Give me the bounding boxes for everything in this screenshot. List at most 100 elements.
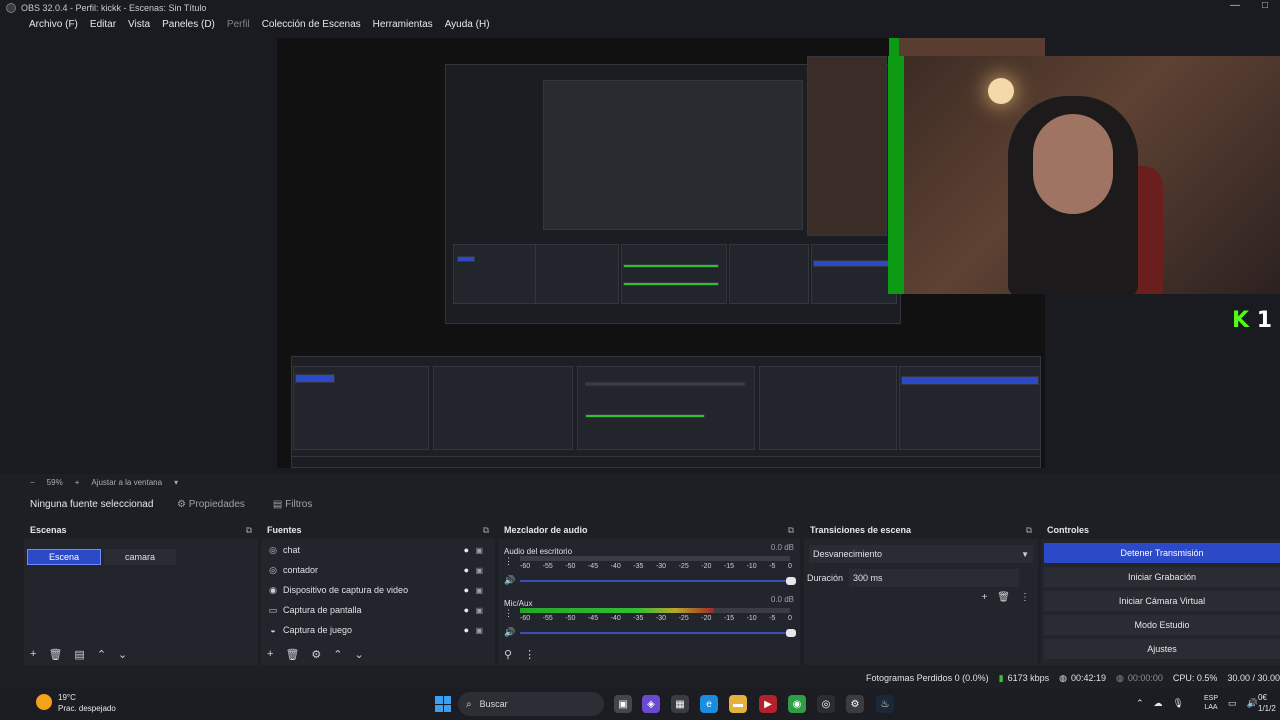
lock-icon[interactable]: ▣ bbox=[475, 586, 483, 595]
trash-icon[interactable]: 🗑 bbox=[285, 648, 299, 661]
speaker-icon[interactable]: 🔊 bbox=[504, 627, 515, 638]
eye-icon[interactable]: ● bbox=[464, 625, 469, 635]
transitions-dock: Transiciones de escena ⧉ Desvanecimiento… bbox=[804, 521, 1038, 665]
controls-dock-header: Controles bbox=[1041, 521, 1280, 539]
menu-paneles[interactable]: Paneles (D) bbox=[162, 19, 215, 30]
chevron-down-icon[interactable]: ⌄ bbox=[355, 648, 364, 661]
undock-icon[interactable]: ⧉ bbox=[1026, 525, 1032, 536]
add-icon[interactable]: + bbox=[267, 648, 273, 660]
store-icon[interactable]: ▦ bbox=[671, 695, 689, 713]
taskbar-search[interactable]: ⌕ Buscar bbox=[458, 692, 604, 716]
fader-knob[interactable] bbox=[786, 629, 796, 637]
menu-herramientas[interactable]: Herramientas bbox=[373, 19, 433, 30]
volume-fader[interactable] bbox=[520, 577, 796, 585]
trash-icon[interactable]: 🗑 bbox=[48, 648, 62, 661]
eye-icon[interactable]: ● bbox=[464, 585, 469, 595]
chevron-down-icon[interactable]: ▾ bbox=[174, 478, 178, 487]
menu-perfil[interactable]: Perfil bbox=[227, 19, 250, 30]
zoom-fit-select[interactable]: Ajustar a la ventana bbox=[91, 478, 162, 487]
chevron-up-icon[interactable]: ⌃ bbox=[97, 648, 106, 661]
menu-archivo[interactable]: Archivo (F) bbox=[29, 19, 78, 30]
network-icon[interactable]: ▭ bbox=[1228, 698, 1237, 709]
add-icon[interactable]: + bbox=[30, 648, 36, 660]
link-icon[interactable]: ⚲ bbox=[504, 648, 512, 661]
properties-button[interactable]: ⚙ Propiedades bbox=[170, 494, 252, 515]
file-explorer-icon[interactable]: ▬ bbox=[729, 695, 747, 713]
red-app-icon[interactable]: ▶ bbox=[759, 695, 777, 713]
chrome-icon[interactable]: ◉ bbox=[788, 695, 806, 713]
menu-ayuda[interactable]: Ayuda (H) bbox=[445, 19, 490, 30]
fader-knob[interactable] bbox=[786, 577, 796, 585]
zoom-in-button[interactable]: + bbox=[75, 478, 80, 487]
lock-icon[interactable]: ▣ bbox=[475, 566, 483, 575]
volume-icon[interactable]: 🔊 bbox=[1247, 698, 1258, 709]
settings-gear-icon[interactable]: ⚙ bbox=[846, 695, 864, 713]
edge-icon[interactable]: e bbox=[700, 695, 718, 713]
kebab-menu-icon[interactable]: ⋮ bbox=[1020, 592, 1030, 603]
start-virtual-camera-button[interactable]: Iniciar Cámara Virtual bbox=[1044, 591, 1280, 611]
undock-icon[interactable]: ⧉ bbox=[788, 525, 794, 536]
eye-icon[interactable]: ● bbox=[464, 565, 469, 575]
menu-editar[interactable]: Editar bbox=[90, 19, 116, 30]
language-indicator[interactable]: ESP LAA bbox=[1194, 694, 1218, 712]
chevron-up-icon[interactable]: ⌃ bbox=[333, 648, 342, 661]
obs-taskbar-icon[interactable]: ◎ bbox=[817, 695, 835, 713]
menu-vista[interactable]: Vista bbox=[128, 19, 150, 30]
source-label: Captura de juego bbox=[283, 625, 353, 635]
clock[interactable]: 0€ 1/1/2 bbox=[1258, 692, 1276, 714]
source-row-contador[interactable]: ◎ contador ● ▣ bbox=[267, 562, 489, 578]
kebab-menu-icon[interactable]: ⋮ bbox=[524, 648, 535, 661]
monitor-icon: ▭ bbox=[268, 604, 278, 615]
lamp-light bbox=[988, 78, 1014, 104]
undock-icon[interactable]: ⧉ bbox=[246, 525, 252, 536]
kebab-menu-icon[interactable]: ⋮ bbox=[504, 608, 513, 619]
trash-icon[interactable]: 🗑 bbox=[997, 592, 1010, 603]
lock-icon[interactable]: ▣ bbox=[475, 606, 483, 615]
speaker-icon[interactable]: 🔊 bbox=[504, 575, 515, 586]
steam-icon[interactable]: ♨ bbox=[876, 695, 894, 713]
maximize-button[interactable]: □ bbox=[1250, 0, 1280, 11]
source-row-screen-capture[interactable]: ▭ Captura de pantalla ● ▣ bbox=[267, 602, 489, 618]
nested-stop-stream bbox=[813, 260, 895, 267]
track-name: Mic/Aux bbox=[504, 599, 533, 608]
source-row-game-capture[interactable]: ◒ Captura de juego ● ▣ bbox=[267, 622, 489, 638]
source-row-chat[interactable]: ◎ chat ● ▣ bbox=[267, 542, 489, 558]
add-icon[interactable]: + bbox=[981, 592, 987, 603]
lock-icon[interactable]: ▣ bbox=[475, 546, 483, 555]
chevron-down-icon[interactable]: ⌄ bbox=[118, 648, 127, 661]
menu-coleccion-escenas[interactable]: Colección de Escenas bbox=[262, 19, 361, 30]
copilot-icon[interactable]: ◈ bbox=[642, 695, 660, 713]
filter-icon[interactable]: ▤ bbox=[74, 648, 84, 661]
undock-icon[interactable]: ⧉ bbox=[483, 525, 489, 536]
volume-fader[interactable] bbox=[520, 629, 796, 637]
zoom-out-button[interactable]: − bbox=[30, 478, 35, 487]
kebab-menu-icon[interactable]: ⋮ bbox=[504, 556, 513, 567]
transition-select[interactable]: Desvanecimiento ▼ bbox=[809, 545, 1033, 563]
eye-icon[interactable]: ● bbox=[464, 605, 469, 615]
camera-icon: ◉ bbox=[269, 584, 277, 595]
gear-icon[interactable]: ⚙ bbox=[311, 648, 321, 661]
cloud-icon[interactable]: ☁ bbox=[1154, 698, 1163, 709]
scene-item-escena[interactable]: Escena bbox=[27, 549, 101, 565]
microphone-icon[interactable]: 🎙 bbox=[1173, 698, 1184, 709]
stop-stream-button[interactable]: Detener Transmisión bbox=[1044, 543, 1280, 563]
controls-dock: Controles Detener Transmisión Iniciar Gr… bbox=[1041, 521, 1280, 665]
duration-input[interactable]: 300 ms bbox=[849, 569, 1020, 587]
scene-item-camara[interactable]: camara bbox=[104, 549, 176, 565]
start-recording-button[interactable]: Iniciar Grabación bbox=[1044, 567, 1280, 587]
lock-icon[interactable]: ▣ bbox=[475, 626, 483, 635]
eye-icon[interactable]: ● bbox=[464, 545, 469, 555]
minimize-button[interactable]: — bbox=[1220, 0, 1250, 11]
scenes-dock-header: Escenas ⧉ bbox=[24, 521, 258, 539]
filters-button[interactable]: ▤ Filtros bbox=[266, 494, 319, 515]
task-view-icon[interactable]: ▣ bbox=[614, 695, 632, 713]
webcam-source[interactable] bbox=[888, 56, 1280, 294]
chevron-up-icon[interactable]: ⌃ bbox=[1136, 698, 1144, 709]
source-row-video-capture[interactable]: ◉ Dispositivo de captura de video ● ▣ bbox=[267, 582, 489, 598]
windows-start-icon[interactable] bbox=[435, 696, 451, 712]
settings-button[interactable]: Ajustes bbox=[1044, 639, 1280, 659]
preview-area[interactable]: K 1 bbox=[0, 32, 1280, 474]
studio-mode-button[interactable]: Modo Estudio bbox=[1044, 615, 1280, 635]
meter-ticks: -60 -55 -50 -45 -40 -35 -30 -25 -20 -15 -10 -5 0 bbox=[520, 615, 792, 622]
weather-widget[interactable]: 19°C Prac. despejado bbox=[36, 692, 116, 714]
